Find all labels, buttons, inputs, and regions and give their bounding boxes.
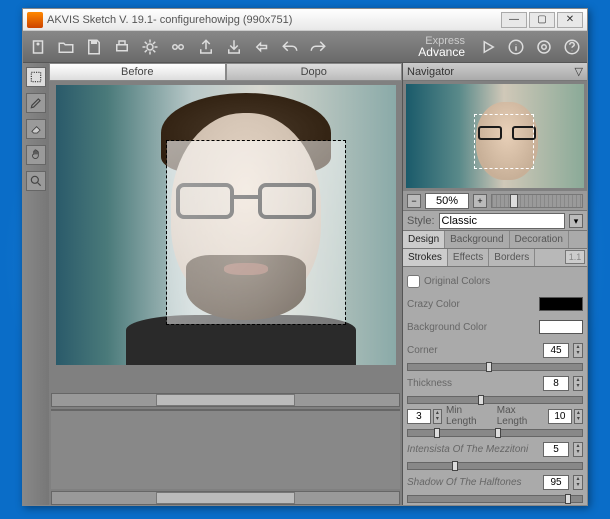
- length-slider[interactable]: [407, 429, 583, 437]
- redo-icon[interactable]: [307, 36, 329, 58]
- gear-icon[interactable]: [139, 36, 161, 58]
- right-panel: Navigator ▽ − 50% + Style: Classic ▾: [403, 63, 587, 505]
- subtab-effects[interactable]: Effects: [448, 249, 489, 266]
- style-dropdown-icon[interactable]: ▾: [569, 214, 583, 228]
- intensita-spinner[interactable]: ▴▾: [573, 442, 583, 457]
- crazy-color-swatch[interactable]: [539, 297, 583, 311]
- min-length-spinner[interactable]: ▴▾: [433, 409, 442, 424]
- zoom-slider[interactable]: [491, 194, 583, 208]
- zoom-tool-icon[interactable]: [26, 171, 46, 191]
- zoom-in-button[interactable]: +: [473, 194, 487, 208]
- presets-icon[interactable]: [27, 36, 49, 58]
- app-window: AKVIS Sketch V. 19.1- configurehowipg (9…: [22, 8, 588, 506]
- undo-icon[interactable]: [279, 36, 301, 58]
- tab-before[interactable]: Before: [49, 63, 226, 81]
- mode-switch[interactable]: Express Advance: [418, 36, 465, 58]
- maximize-button[interactable]: ▢: [529, 12, 555, 28]
- share-icon[interactable]: [195, 36, 217, 58]
- batch-icon[interactable]: [167, 36, 189, 58]
- thickness-spinner[interactable]: ▴▾: [573, 376, 583, 391]
- tab-after[interactable]: Dopo: [226, 63, 403, 81]
- shadow-spinner[interactable]: ▴▾: [573, 475, 583, 490]
- subtab-toggle[interactable]: 1.1: [565, 250, 585, 264]
- subtab-strokes[interactable]: Strokes: [403, 249, 448, 266]
- main-canvas-area: Before Dopo: [49, 63, 403, 505]
- eraser-tool-icon[interactable]: [26, 119, 46, 139]
- run-icon[interactable]: [477, 36, 499, 58]
- save-icon[interactable]: [83, 36, 105, 58]
- original-colors-checkbox[interactable]: [407, 275, 420, 288]
- intensita-label: Intensista Of The Mezzitoni: [407, 444, 539, 455]
- app-icon: [27, 12, 43, 28]
- left-toolbar: [23, 63, 49, 505]
- crazy-color-label: Crazy Color: [407, 299, 535, 310]
- timeline-panel: [51, 409, 400, 489]
- corner-label: Corner: [407, 345, 539, 356]
- intensita-slider[interactable]: [407, 462, 583, 470]
- background-color-swatch[interactable]: [539, 320, 583, 334]
- import-icon[interactable]: [223, 36, 245, 58]
- navigator-collapse-icon[interactable]: ▽: [575, 63, 583, 80]
- shadow-slider[interactable]: [407, 495, 583, 503]
- horizontal-scrollbar[interactable]: [51, 393, 400, 407]
- zoom-value[interactable]: 50%: [425, 193, 469, 209]
- tab-background[interactable]: Background: [445, 231, 509, 248]
- preview-selection[interactable]: [166, 140, 346, 325]
- hand-tool-icon[interactable]: [26, 145, 46, 165]
- preview-tool-icon[interactable]: [26, 67, 46, 87]
- max-length-value[interactable]: 10: [548, 409, 572, 424]
- titlebar: AKVIS Sketch V. 19.1- configurehowipg (9…: [23, 9, 587, 31]
- subtab-borders[interactable]: Borders: [489, 249, 535, 266]
- thickness-slider[interactable]: [407, 396, 583, 404]
- window-title: AKVIS Sketch V. 19.1- configurehowipg (9…: [47, 14, 501, 26]
- sketch-preview: [167, 141, 345, 324]
- style-select[interactable]: Classic: [439, 213, 565, 229]
- intensita-value[interactable]: 5: [543, 442, 569, 457]
- main-toolbar: Express Advance: [23, 31, 587, 63]
- close-button[interactable]: ✕: [557, 12, 583, 28]
- timeline-scrollbar[interactable]: [51, 491, 400, 505]
- navigator-viewport[interactable]: [474, 114, 534, 169]
- style-label: Style:: [407, 215, 435, 227]
- print-icon[interactable]: [111, 36, 133, 58]
- max-length-spinner[interactable]: ▴▾: [574, 409, 583, 424]
- open-icon[interactable]: [55, 36, 77, 58]
- background-color-label: Background Color: [407, 322, 535, 333]
- corner-value[interactable]: 45: [543, 343, 569, 358]
- minimize-button[interactable]: —: [501, 12, 527, 28]
- image-canvas[interactable]: [56, 85, 396, 365]
- min-length-value[interactable]: 3: [407, 409, 431, 424]
- min-length-label: Min Length: [444, 405, 493, 427]
- thickness-label: Thickness: [407, 378, 539, 389]
- tab-design[interactable]: Design: [403, 231, 445, 248]
- navigator-thumbnail[interactable]: [403, 81, 587, 191]
- advance-mode-label: Advance: [418, 47, 465, 58]
- max-length-label: Max Length: [495, 405, 546, 427]
- shadow-label: Shadow Of The Halftones: [407, 477, 539, 488]
- parameters-panel: Original Colors Crazy Color Background C…: [403, 267, 587, 505]
- original-colors-label: Original Colors: [424, 276, 583, 287]
- settings-icon[interactable]: [533, 36, 555, 58]
- corner-spinner[interactable]: ▴▾: [573, 343, 583, 358]
- tab-decoration[interactable]: Decoration: [510, 231, 569, 248]
- help-icon[interactable]: [561, 36, 583, 58]
- pencil-tool-icon[interactable]: [26, 93, 46, 113]
- export-icon[interactable]: [251, 36, 273, 58]
- thickness-value[interactable]: 8: [543, 376, 569, 391]
- shadow-value[interactable]: 95: [543, 475, 569, 490]
- info-icon[interactable]: [505, 36, 527, 58]
- corner-slider[interactable]: [407, 363, 583, 371]
- navigator-title: Navigator: [407, 63, 454, 80]
- zoom-out-button[interactable]: −: [407, 194, 421, 208]
